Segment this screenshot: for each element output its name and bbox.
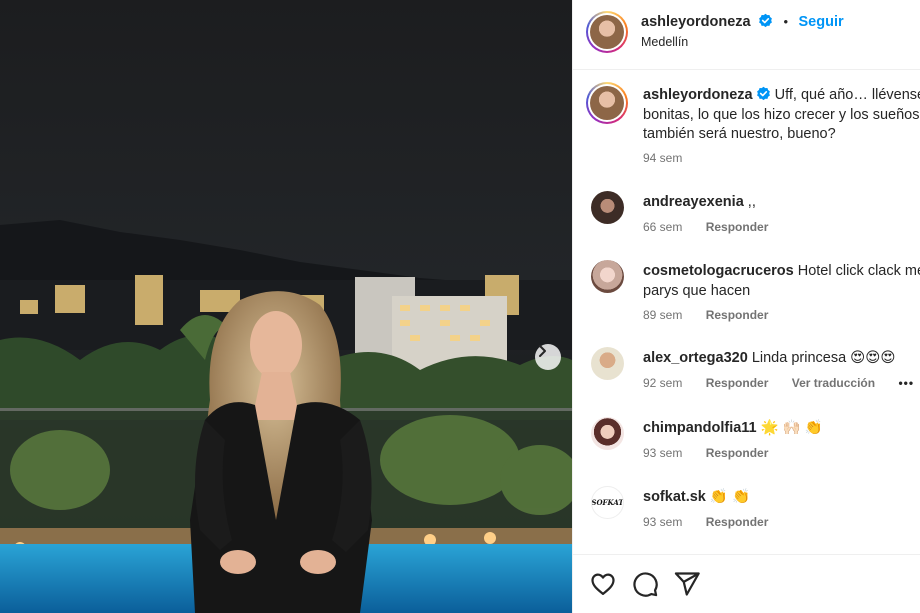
verified-badge-icon (756, 86, 770, 101)
comment-text: cosmetologacruceros Hotel click clack me… (643, 262, 920, 301)
comment-text: andreayexenia ,, (643, 193, 920, 213)
post-header: ashleyordoneza • Seguir Medellín (573, 0, 920, 70)
commenter-username[interactable]: andreayexenia (643, 194, 744, 210)
next-photo-button[interactable] (535, 344, 561, 370)
post-details-panel: ashleyordoneza • Seguir Medellín ashleyo… (572, 0, 920, 613)
caption-meta: 94 sem (643, 151, 704, 165)
caption-line-1: Uff, qué año… llévense c (774, 87, 920, 103)
commenter-avatar[interactable] (591, 417, 624, 450)
caption-time[interactable]: 94 sem (643, 151, 682, 165)
post-actions-bar (573, 554, 920, 613)
commenter-username[interactable]: chimpandolfia11 (643, 420, 757, 436)
post-photo-image (0, 0, 572, 613)
like-button[interactable] (589, 570, 617, 598)
caption-username[interactable]: ashleyordoneza (643, 87, 753, 103)
reply-button[interactable]: Responder (706, 376, 769, 390)
chevron-right-icon (539, 345, 546, 357)
caption-text: ashleyordoneza Uff, qué año… llévense c … (643, 86, 920, 145)
comment-icon (633, 572, 658, 597)
commenter-username[interactable]: sofkat.sk (643, 489, 706, 505)
comment-content: ,, (747, 194, 756, 210)
see-translation-button[interactable]: Ver traducción (792, 376, 875, 390)
header-separator: • (783, 14, 789, 29)
author-avatar[interactable] (586, 11, 628, 53)
comment-content: Hotel click clack me (797, 263, 920, 279)
caption-line-2: bonitas, lo que los hizo crecer y los su… (643, 106, 920, 123)
comment-meta: 89 sem Responder (643, 308, 788, 322)
avatar-logo-text: SOFKAT (591, 498, 624, 507)
comment-content: 👏 👏 (709, 489, 751, 505)
comment-time[interactable]: 93 sem (643, 446, 682, 460)
share-button[interactable] (673, 570, 701, 598)
post-photo[interactable] (0, 0, 572, 613)
heart-icon (591, 573, 615, 596)
comment-content: 🌟 🙌🏻 👏 (760, 420, 823, 436)
comment-meta: 93 sem Responder (643, 515, 788, 529)
commenter-username[interactable]: cosmetologacruceros (643, 263, 794, 279)
comment-meta: 92 sem Responder Ver traducción ••• (643, 376, 920, 390)
comment-meta: 93 sem Responder (643, 446, 788, 460)
comment-time[interactable]: 66 sem (643, 220, 682, 234)
reply-button[interactable]: Responder (706, 515, 769, 529)
comment-text: alex_ortega320 Linda princesa 😍😍😍 (643, 349, 920, 369)
reply-button[interactable]: Responder (706, 308, 769, 322)
reply-button[interactable]: Responder (706, 446, 769, 460)
post-location[interactable]: Medellín (641, 35, 688, 49)
commenter-avatar[interactable] (591, 191, 624, 224)
comment-content-line-2: parys que hacen (643, 282, 751, 299)
commenter-avatar[interactable]: SOFKAT (591, 486, 624, 519)
comment-text: sofkat.sk 👏 👏 (643, 488, 920, 508)
comment-content: Linda princesa 😍😍😍 (751, 350, 896, 366)
commenter-avatar[interactable] (591, 260, 624, 293)
caption-line-3: también será nuestro, bueno? (643, 126, 836, 142)
comment-time[interactable]: 92 sem (643, 376, 682, 390)
more-options-icon[interactable]: ••• (898, 376, 914, 390)
commenter-username[interactable]: alex_ortega320 (643, 350, 748, 366)
commenter-avatar[interactable] (591, 347, 624, 380)
share-icon (674, 572, 700, 596)
caption-author-avatar[interactable] (586, 82, 628, 124)
comment-button[interactable] (631, 570, 659, 598)
comment-time[interactable]: 93 sem (643, 515, 682, 529)
author-username[interactable]: ashleyordoneza (641, 14, 751, 30)
verified-badge-icon (759, 13, 772, 28)
comment-text: chimpandolfia11 🌟 🙌🏻 👏 (643, 419, 920, 439)
comment-meta: 66 sem Responder (643, 220, 788, 234)
comment-time[interactable]: 89 sem (643, 308, 682, 322)
reply-button[interactable]: Responder (706, 220, 769, 234)
follow-button[interactable]: Seguir (799, 14, 844, 30)
